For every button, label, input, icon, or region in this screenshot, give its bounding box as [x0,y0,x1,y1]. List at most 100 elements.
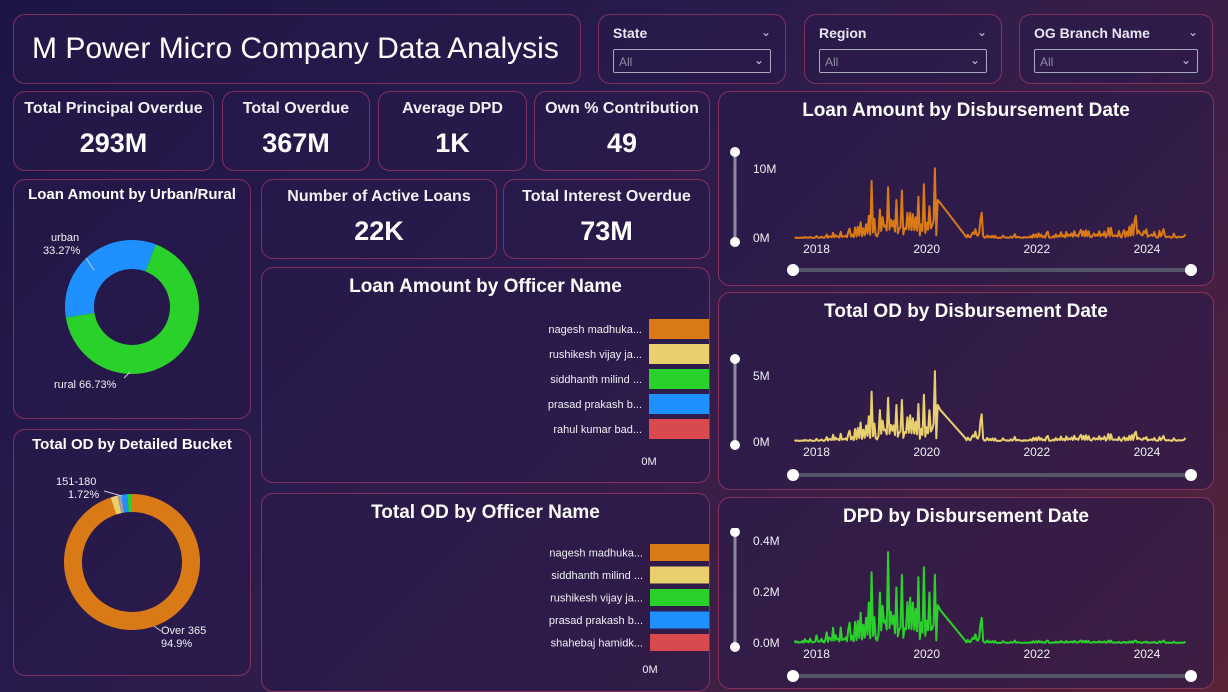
slice-label-151-180: 151-180 [56,476,96,488]
y-tick-label: 0.4M [753,534,780,548]
bar[interactable] [650,611,709,629]
state-select[interactable]: All ⌄ [613,49,771,73]
kpi-value: 49 [606,128,638,158]
bar-category-label: prasad prakash b... [548,399,642,411]
chart-title: Total OD by Disbursement Date [824,301,1108,322]
slice-value-151-180: 1.72% [68,489,99,501]
x-range-slider-handle[interactable] [1185,264,1197,276]
kpi-active-loans: Number of Active Loans 22K [261,179,497,259]
kpi-value: 22K [354,216,404,246]
y-tick-label: 0M [753,231,770,245]
dropdown-arrow-icon[interactable]: ⌄ [1181,53,1191,67]
x-tick-label: 2022 [1023,647,1050,661]
kpi-value: 293M [79,128,148,158]
x-tick-label: 2018 [803,445,830,459]
kpi-interest-overdue: Total Interest Overdue 73M [503,179,710,259]
chevron-down-icon[interactable]: ⌄ [1188,25,1198,39]
bar[interactable] [650,634,709,651]
slice-label-rural: rural 66.73% [54,379,117,391]
kpi-label: Total Principal Overdue [24,100,203,117]
region-select[interactable]: All ⌄ [819,49,987,73]
y-tick-label: 0.2M [753,585,780,599]
y-tick-label: 0M [753,435,770,449]
title-card: M Power Micro Company Data Analysis [13,14,581,84]
bar-category-label: shahebaj hamidk... [551,638,643,650]
od-bucket-card: Total OD by Detailed Bucket 151-180 1.72%… [13,429,251,676]
x-range-slider-handle[interactable] [1185,670,1197,682]
slice-value-urban: 33.27% [43,245,81,257]
x-tick-label: 0M [642,664,657,676]
x-tick-label: 2020 [913,242,940,256]
kpi-label: Total Interest Overdue [522,188,691,205]
bar-category-label: siddhanth milind ... [550,374,642,386]
y-tick-label: 0.0M [753,636,780,650]
branch-select[interactable]: All ⌄ [1034,49,1198,73]
x-tick-label: 0M [641,456,656,468]
x-tick-label: 2020 [913,445,940,459]
bar[interactable] [650,589,709,606]
y-tick-label: 5M [753,369,770,383]
bar-category-label: prasad prakash b... [549,615,643,627]
x-range-slider-handle[interactable] [787,264,799,276]
kpi-label: Average DPD [402,100,503,117]
bar[interactable] [649,419,709,439]
chart-title: Total OD by Officer Name [371,502,600,523]
chevron-down-icon[interactable]: ⌄ [761,25,771,39]
leader-line [153,625,162,632]
x-tick-label: 2020 [913,647,940,661]
loan-date-line-chart: 10M 0M 2018 2020 2022 2024 [730,147,1197,276]
chart-title: Total OD by Detailed Bucket [32,436,232,453]
x-tick-label: 2022 [1023,445,1050,459]
kpi-average-dpd: Average DPD 1K [378,91,527,171]
bar-category-label: rushikesh vijay ja... [550,593,643,605]
x-tick-label: 2024 [1134,242,1161,256]
kpi-value: 1K [435,128,470,158]
dropdown-arrow-icon[interactable]: ⌄ [754,53,764,67]
bar[interactable] [649,344,709,364]
y-range-slider-handle[interactable] [730,147,740,157]
filter-branch[interactable]: OG Branch Name ⌄ All ⌄ [1019,14,1213,84]
x-tick-label: 2018 [803,242,830,256]
kpi-label: Total Overdue [242,100,350,117]
bar[interactable] [649,369,709,389]
bar-category-label: siddhanth milind ... [551,570,643,582]
slice-label-over-365: Over 365 [161,625,206,637]
bar[interactable] [649,319,709,339]
filter-region[interactable]: Region ⌄ All ⌄ [804,14,1002,84]
y-range-slider-handle[interactable] [730,642,740,652]
slice-label-urban: urban [51,232,79,244]
filter-region-label: Region [819,25,867,41]
urban-rural-card: Loan Amount by Urban/Rural urban 33.27% ru… [13,179,251,419]
x-range-slider-handle[interactable] [787,670,799,682]
kpi-total-overdue: Total Overdue 367M [222,91,370,171]
bar[interactable] [650,566,709,584]
filter-state[interactable]: State ⌄ All ⌄ [598,14,786,84]
x-range-slider-handle[interactable] [1185,469,1197,481]
chart-title: Loan Amount by Disbursement Date [802,100,1130,121]
series-line[interactable] [794,167,1187,239]
bar[interactable] [650,544,709,561]
dropdown-arrow-icon[interactable]: ⌄ [970,53,980,67]
bar-category-label: rahul kumar bad... [553,424,642,436]
y-range-slider-handle[interactable] [730,237,740,247]
chevron-down-icon[interactable]: ⌄ [977,25,987,39]
branch-select-value: All [1040,55,1054,69]
series-line[interactable] [793,551,1186,644]
bar-category-label: nagesh madhuka... [549,548,643,560]
x-tick-label: 2024 [1134,445,1161,459]
filter-state-label: State [613,25,648,41]
y-range-slider-handle[interactable] [730,528,740,537]
y-range-slider-handle[interactable] [730,440,740,450]
loan-officer-bar-chart: nagesh madhuka... rushikesh vijay ja... si… [548,319,709,468]
donut-slice-over-365[interactable] [63,494,200,630]
kpi-label: Number of Active Loans [287,188,471,205]
x-range-slider-handle[interactable] [787,469,799,481]
y-range-slider-handle[interactable] [730,354,740,364]
x-tick-label: 2024 [1134,647,1161,661]
dpd-date-line-chart: 0.4M 0.2M 0.0M 2018 2020 2022 2024 [730,528,1197,682]
series-line[interactable] [793,370,1187,442]
x-tick-label: 2018 [803,647,830,661]
bar[interactable] [649,394,709,414]
od-date-line-chart: 5M 0M 2018 2020 2022 2024 [730,354,1197,481]
od-date-card: Total OD by Disbursement Date 5M 0M 2018 20… [718,292,1214,490]
